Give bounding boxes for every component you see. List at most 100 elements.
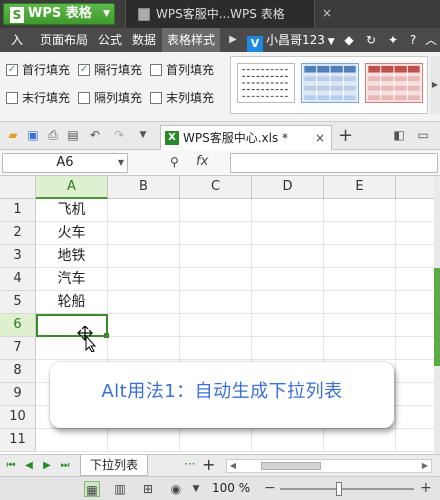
row-header-11[interactable]: 11 [0,429,36,452]
cell-a2[interactable]: 火车 [36,222,108,245]
collapse-ribbon-icon[interactable]: ︿ [424,33,438,47]
scrollbar-thumb[interactable] [434,268,440,366]
column-header-e[interactable]: E [324,176,396,199]
select-all-corner[interactable] [0,176,36,199]
window-tile-icon[interactable]: ◧ [392,128,406,142]
row-header-2[interactable]: 2 [0,222,36,245]
cell-a5[interactable]: 轮船 [36,291,108,314]
print-preview-icon[interactable]: ▤ [66,128,80,142]
sync-icon[interactable]: ↻ [364,33,378,47]
scroll-right-icon[interactable]: ▶ [419,460,431,472]
zoom-search-icon[interactable]: ⚲ [170,155,179,169]
row-header-7[interactable]: 7 [0,337,36,360]
cell[interactable] [252,291,324,314]
cell[interactable] [252,222,324,245]
cell[interactable] [324,337,396,360]
cell[interactable] [180,337,252,360]
cell-a3[interactable]: 地铁 [36,245,108,268]
table-style-plain[interactable] [237,63,295,103]
close-window-icon[interactable]: × [322,6,332,20]
scroll-left-icon[interactable]: ◀ [227,460,239,472]
new-tab-icon[interactable]: + [338,125,353,146]
sheet-tab-active[interactable]: 下拉列表 [80,455,148,476]
cell[interactable] [180,199,252,222]
menu-formulas[interactable]: 公式 [94,28,126,52]
normal-view-icon[interactable]: ▦ [84,481,100,497]
window-tab[interactable]: WPS客服中...WPS 表格 [125,0,315,28]
menu-scroll-right-icon[interactable]: ▶ [226,28,240,52]
cell[interactable] [324,314,396,337]
zoom-out-button[interactable]: − [264,480,276,496]
menu-table-style[interactable]: 表格样式 [162,28,220,52]
cell[interactable] [108,222,180,245]
zoom-in-button[interactable]: + [420,480,432,496]
column-header-a[interactable]: A [36,176,108,199]
insert-function-button[interactable]: fx [196,154,208,169]
cell[interactable] [180,268,252,291]
gallery-scroll-icon[interactable]: ▶ [430,56,440,114]
row-header-5[interactable]: 5 [0,291,36,314]
checkbox-header-row-fill[interactable]: ✓ 首行填充 [6,62,70,78]
prev-sheet-icon[interactable]: ◀ [22,458,36,474]
eye-protection-icon[interactable]: ◉ [168,481,184,497]
checkbox-banded-columns-fill[interactable]: 隔列填充 [78,90,142,106]
cell[interactable] [252,199,324,222]
checkbox-first-column-fill[interactable]: 首列填充 [150,62,214,78]
menu-data[interactable]: 数据 [128,28,160,52]
vertical-scrollbar[interactable] [434,176,440,454]
row-header-6[interactable]: 6 [0,314,36,337]
freeze-panes-icon[interactable]: ⊞ [140,481,156,497]
chevron-down-icon[interactable]: ▼ [188,481,204,497]
checkbox-last-column-fill[interactable]: 末列填充 [150,90,214,106]
zoom-level[interactable]: 100 % [212,481,250,495]
cell[interactable] [180,291,252,314]
cell[interactable] [108,268,180,291]
name-box[interactable]: A6 ▼ [2,153,128,173]
table-style-blue[interactable] [301,63,359,103]
row-header-3[interactable]: 3 [0,245,36,268]
formula-input[interactable] [230,153,438,173]
redo-icon[interactable]: ↷ [112,128,126,142]
window-restore-icon[interactable]: ▭ [416,128,430,142]
cell[interactable] [324,199,396,222]
cell[interactable] [324,222,396,245]
cell[interactable] [324,429,396,452]
column-header-b[interactable]: B [108,176,180,199]
scrollbar-thumb[interactable] [261,462,321,470]
user-account[interactable]: V 小昌哥123 ▼ [247,31,335,52]
cell[interactable] [252,268,324,291]
cell[interactable] [180,222,252,245]
checkbox-banded-rows-fill[interactable]: ✓ 隔行填充 [78,62,142,78]
zoom-slider-track[interactable] [280,488,414,490]
skin-icon[interactable]: ◆ [342,33,356,47]
table-style-red[interactable] [365,63,423,103]
row-header-4[interactable]: 4 [0,268,36,291]
cell[interactable] [324,245,396,268]
row-header-10[interactable]: 10 [0,406,36,429]
column-header-d[interactable]: D [252,176,324,199]
shirt-icon[interactable]: ✦ [386,33,400,47]
undo-icon[interactable]: ↶ [88,128,102,142]
cell[interactable] [108,199,180,222]
cell[interactable] [324,268,396,291]
cell[interactable] [252,429,324,452]
last-sheet-icon[interactable]: ⏭ [58,458,72,474]
help-icon[interactable]: ? [406,33,420,47]
cell-a4[interactable]: 汽车 [36,268,108,291]
menu-insert[interactable]: 入 [2,28,32,52]
menu-page-layout[interactable]: 页面布局 [36,28,92,52]
document-tab[interactable]: X WPS客服中心.xls * × [160,125,332,150]
cell[interactable] [108,314,180,337]
zoom-slider-thumb[interactable] [336,482,342,496]
cell[interactable] [108,337,180,360]
more-sheets-icon[interactable]: ··· [184,457,195,471]
cell[interactable] [108,429,180,452]
row-header-1[interactable]: 1 [0,199,36,222]
add-sheet-icon[interactable]: + [202,455,215,474]
first-sheet-icon[interactable]: ⏮ [4,458,18,474]
next-sheet-icon[interactable]: ▶ [40,458,54,474]
fill-handle[interactable] [104,333,109,338]
customize-toolbar-icon[interactable]: ▼ [136,128,150,142]
cell-a11[interactable] [36,429,108,452]
save-icon[interactable]: ▣ [26,128,40,142]
